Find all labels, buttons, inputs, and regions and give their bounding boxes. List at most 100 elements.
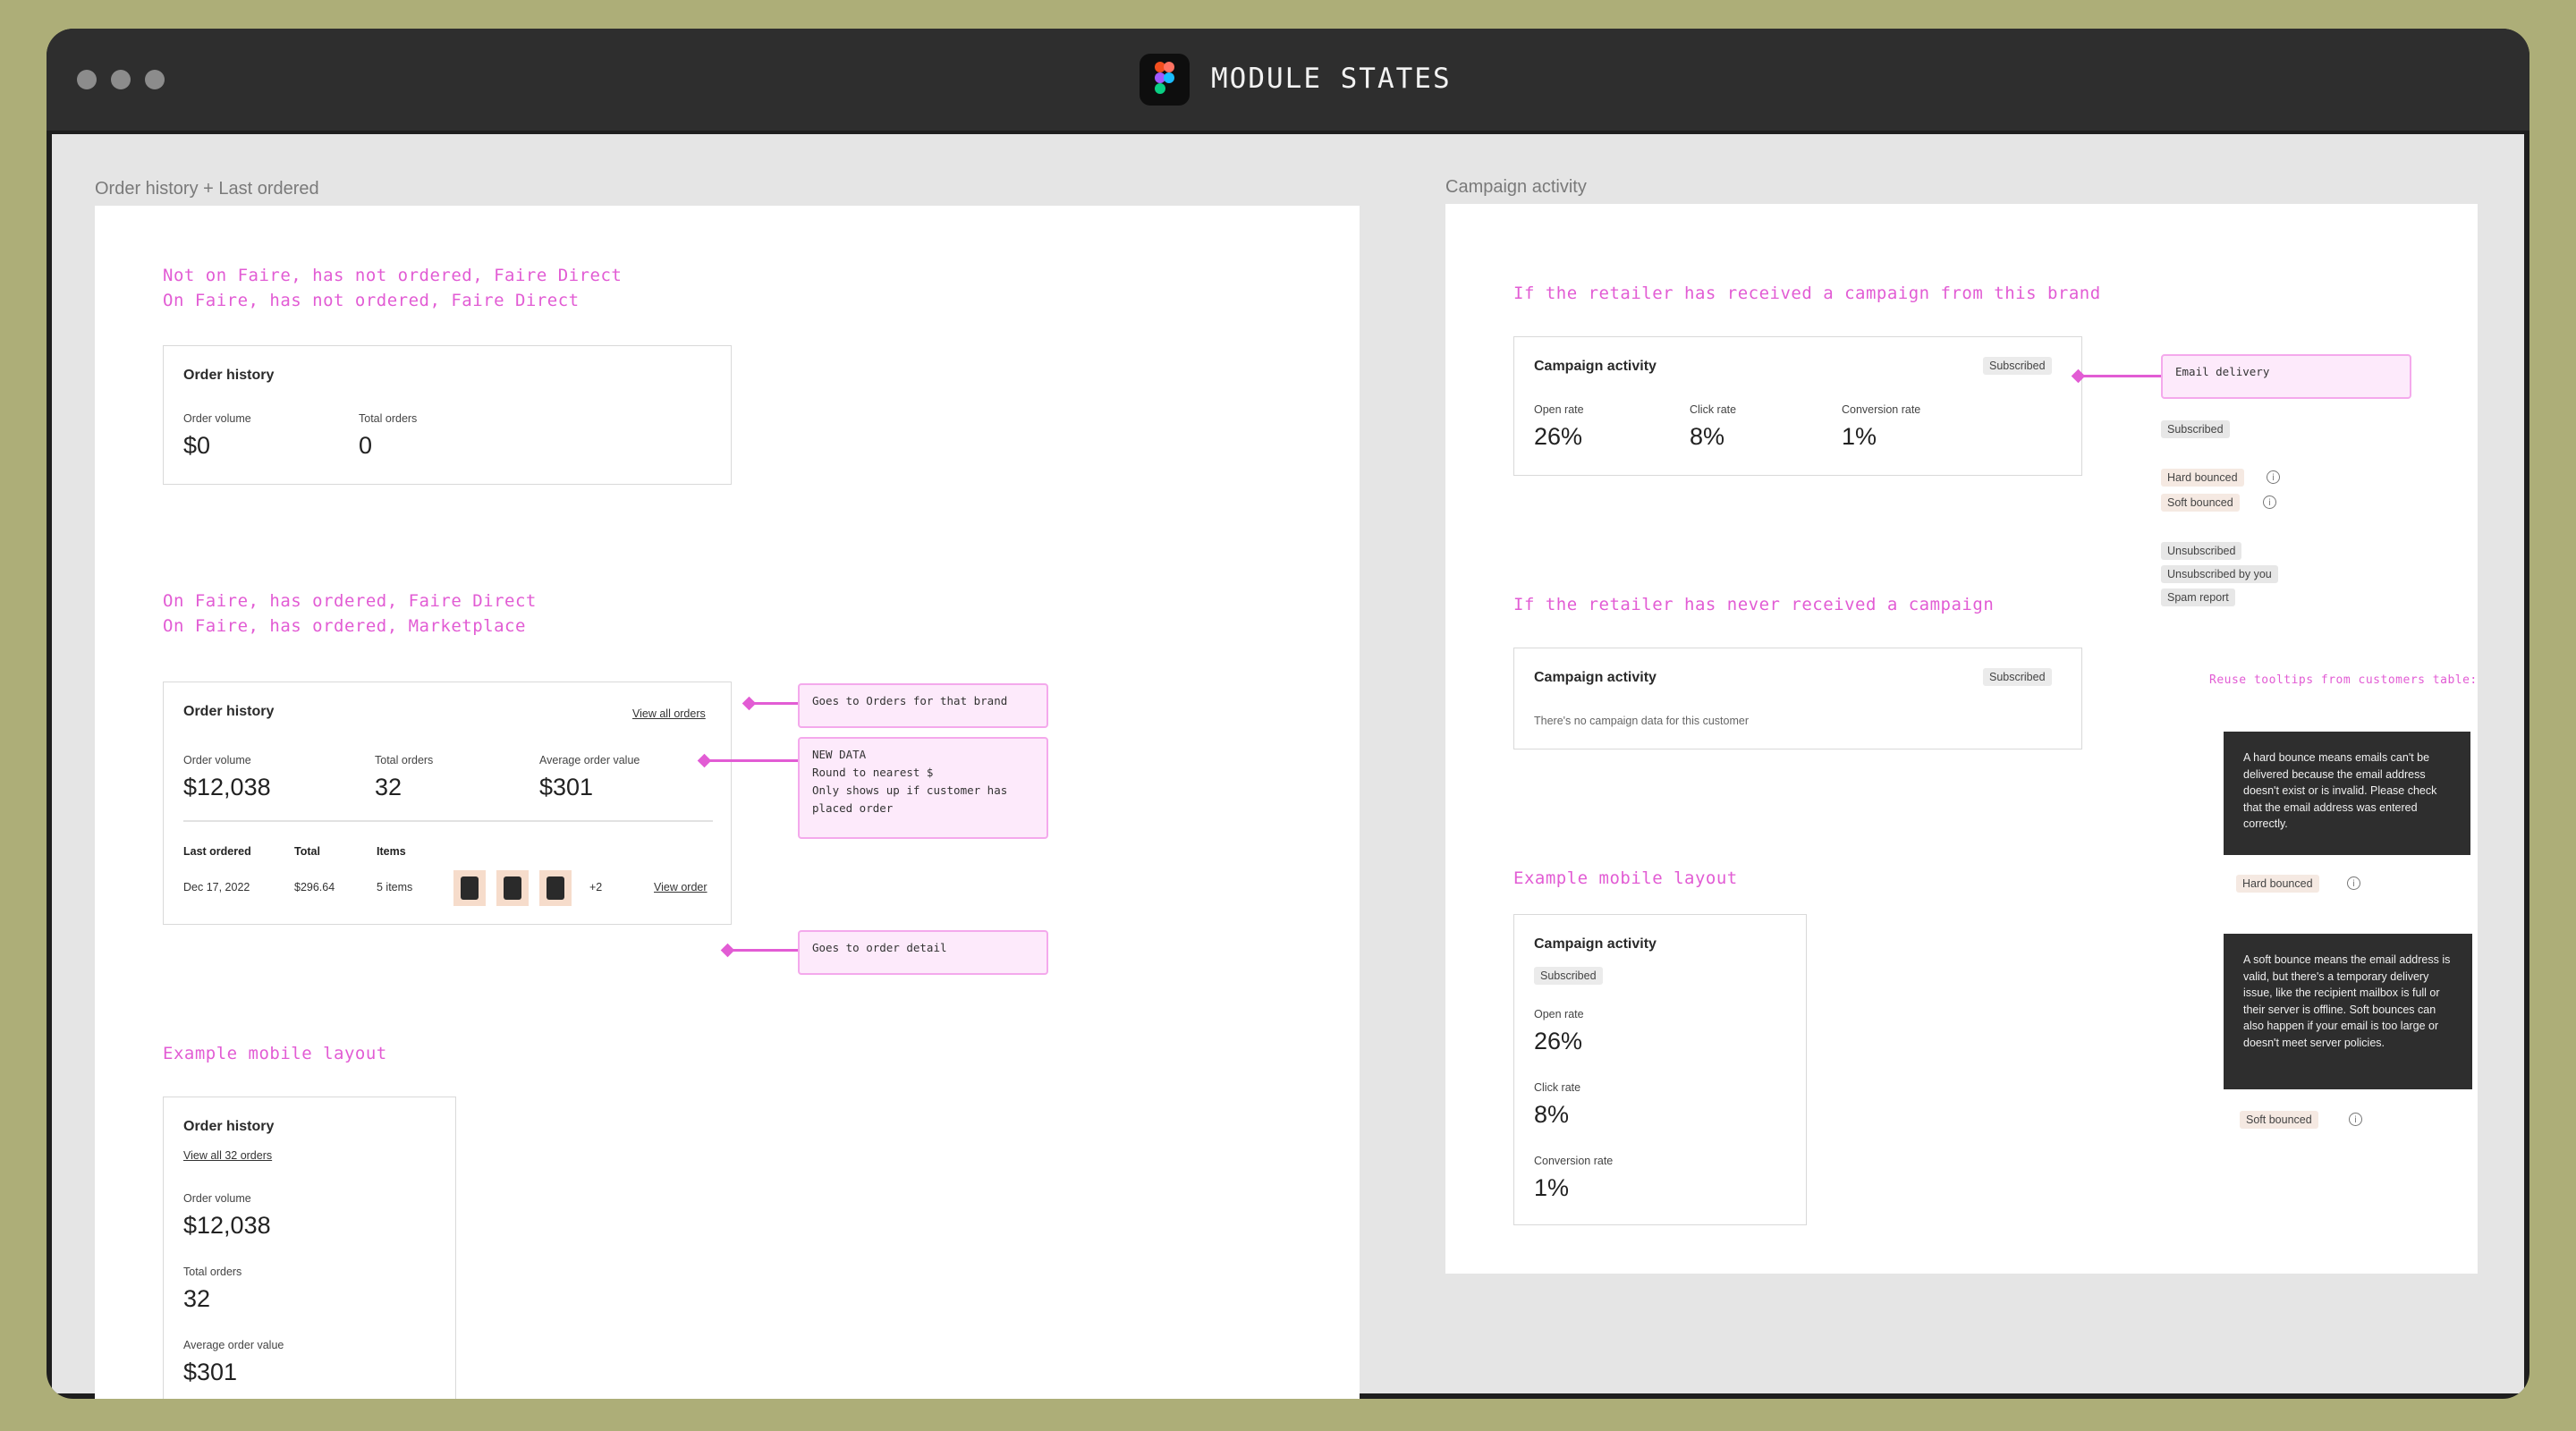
card-title: Campaign activity [1534, 670, 1657, 685]
product-thumbnail [539, 870, 572, 906]
soft-bounced-tag: Soft bounced [2240, 1111, 2318, 1129]
total-orders-label: Total orders [359, 412, 418, 425]
campaign-activity-card: Campaign activity Subscribed Open rate 2… [1513, 336, 2082, 476]
card-title: Order history [183, 704, 275, 719]
product-thumbnail [453, 870, 486, 906]
annotation-order-detail: Goes to order detail [798, 930, 1048, 975]
mobile-layout-note: Example mobile layout [1513, 868, 1738, 888]
order-volume-label: Order volume [183, 754, 251, 766]
order-volume-label: Order volume [183, 1192, 251, 1205]
card-title: Order history [183, 1119, 275, 1134]
order-volume-value: $12,038 [183, 774, 271, 800]
info-icon[interactable]: i [2263, 495, 2276, 509]
maximize-window-button[interactable] [145, 70, 165, 89]
info-icon[interactable]: i [2347, 876, 2360, 890]
conversion-rate-label: Conversion rate [1534, 1155, 1614, 1167]
card-title: Campaign activity [1534, 359, 1657, 374]
section-label-order-history: Order history + Last ordered [95, 179, 319, 199]
view-order-link[interactable]: View order [654, 881, 708, 893]
status-tag-unsubscribed: Unsubscribed [2161, 542, 2242, 560]
order-volume-value: $12,038 [183, 1212, 271, 1239]
total-orders-label: Total orders [375, 754, 434, 766]
window-title: MODULE STATES [1211, 63, 1452, 95]
divider [183, 820, 713, 822]
aov-value: $301 [183, 1359, 238, 1385]
order-volume-label: Order volume [183, 412, 251, 425]
status-tag-hard-bounced: Hard bounced [2161, 469, 2244, 487]
open-rate-value: 26% [1534, 1028, 1583, 1054]
state-note: If the retailer has never received a cam… [1513, 595, 1995, 614]
empty-state-text: There's no campaign data for this custom… [1534, 715, 1750, 727]
total-orders-value: 32 [375, 774, 402, 800]
aov-value: $301 [539, 774, 594, 800]
connector-line [705, 759, 800, 762]
status-badge: Subscribed [1983, 668, 2052, 686]
last-ordered-date: Dec 17, 2022 [183, 881, 250, 893]
close-window-button[interactable] [77, 70, 97, 89]
status-badge: Subscribed [1534, 967, 1603, 985]
card-title: Order history [183, 368, 275, 383]
state-note: If the retailer has received a campaign … [1513, 284, 2101, 303]
open-rate-label: Open rate [1534, 403, 1584, 416]
aov-label: Average order value [539, 754, 640, 766]
connector-line [750, 702, 800, 705]
click-rate-value: 8% [1534, 1101, 1570, 1128]
open-rate-label: Open rate [1534, 1008, 1584, 1020]
hard-bounced-tag: Hard bounced [2236, 875, 2319, 893]
connector-line [728, 949, 800, 952]
tooltips-note: Reuse tooltips from customers table: [2209, 673, 2478, 687]
view-all-orders-link[interactable]: View all 32 orders [183, 1149, 272, 1162]
annotation-orders-link: Goes to Orders for that brand [798, 683, 1048, 728]
order-history-card-empty: Order history Order volume $0 Total orde… [163, 345, 732, 485]
campaign-activity-frame: If the retailer has received a campaign … [1445, 204, 2478, 1274]
order-total: $296.64 [294, 881, 335, 893]
campaign-activity-mobile-card: Campaign activity Subscribed Open rate 2… [1513, 914, 1807, 1225]
more-items-count: +2 [589, 881, 603, 893]
last-ordered-header: Last ordered [183, 845, 251, 858]
info-icon[interactable]: i [2349, 1113, 2362, 1126]
info-icon[interactable]: i [2267, 470, 2280, 484]
annotation-new-data: NEW DATA Round to nearest $ Only shows u… [798, 737, 1048, 839]
minimize-window-button[interactable] [111, 70, 131, 89]
connector-diamond [720, 943, 735, 958]
total-orders-value: 32 [183, 1285, 211, 1312]
product-thumbnail [496, 870, 529, 906]
title-bar: MODULE STATES [47, 29, 2529, 131]
items-count: 5 items [377, 881, 413, 893]
conversion-rate-label: Conversion rate [1842, 403, 1921, 416]
card-title: Campaign activity [1534, 936, 1657, 952]
figma-logo-icon [1140, 54, 1190, 106]
soft-bounce-tooltip: A soft bounce means the email address is… [2224, 934, 2472, 1089]
items-header: Items [377, 845, 406, 858]
aov-label: Average order value [183, 1339, 284, 1351]
order-history-mobile-card: Order history View all 32 orders Order v… [163, 1097, 456, 1399]
conversion-rate-value: 1% [1534, 1174, 1570, 1201]
click-rate-label: Click rate [1534, 1081, 1581, 1094]
click-rate-label: Click rate [1690, 403, 1737, 416]
state-note: On Faire, has ordered, Faire Direct On F… [163, 591, 537, 636]
state-note: Not on Faire, has not ordered, Faire Dir… [163, 266, 623, 310]
order-volume-value: $0 [183, 432, 211, 459]
open-rate-value: 26% [1534, 423, 1583, 450]
app-window: MODULE STATES Order history + Last order… [47, 29, 2529, 1399]
status-tag-unsubscribed-by-you: Unsubscribed by you [2161, 565, 2278, 583]
total-orders-value: 0 [359, 432, 373, 459]
mobile-layout-note: Example mobile layout [163, 1044, 387, 1063]
canvas: Order history + Last ordered Not on Fair… [52, 134, 2524, 1399]
click-rate-value: 8% [1690, 423, 1725, 450]
order-history-frame: Not on Faire, has not ordered, Faire Dir… [95, 206, 1360, 1399]
connector-line [2077, 375, 2163, 377]
view-all-orders-link[interactable]: View all orders [632, 707, 706, 720]
campaign-activity-card-empty: Campaign activity Subscribed There's no … [1513, 648, 2082, 749]
conversion-rate-value: 1% [1842, 423, 1877, 450]
status-tag-soft-bounced: Soft bounced [2161, 494, 2240, 512]
status-tag-subscribed: Subscribed [2161, 420, 2230, 438]
hard-bounce-tooltip: A hard bounce means emails can't be deli… [2224, 732, 2470, 855]
status-tag-spam-report: Spam report [2161, 588, 2235, 606]
status-badge: Subscribed [1983, 357, 2052, 375]
total-header: Total [294, 845, 320, 858]
total-orders-label: Total orders [183, 1266, 242, 1278]
connector-diamond [741, 696, 757, 711]
section-label-campaign: Campaign activity [1445, 177, 1587, 197]
order-history-card: Order history View all orders Order volu… [163, 682, 732, 925]
